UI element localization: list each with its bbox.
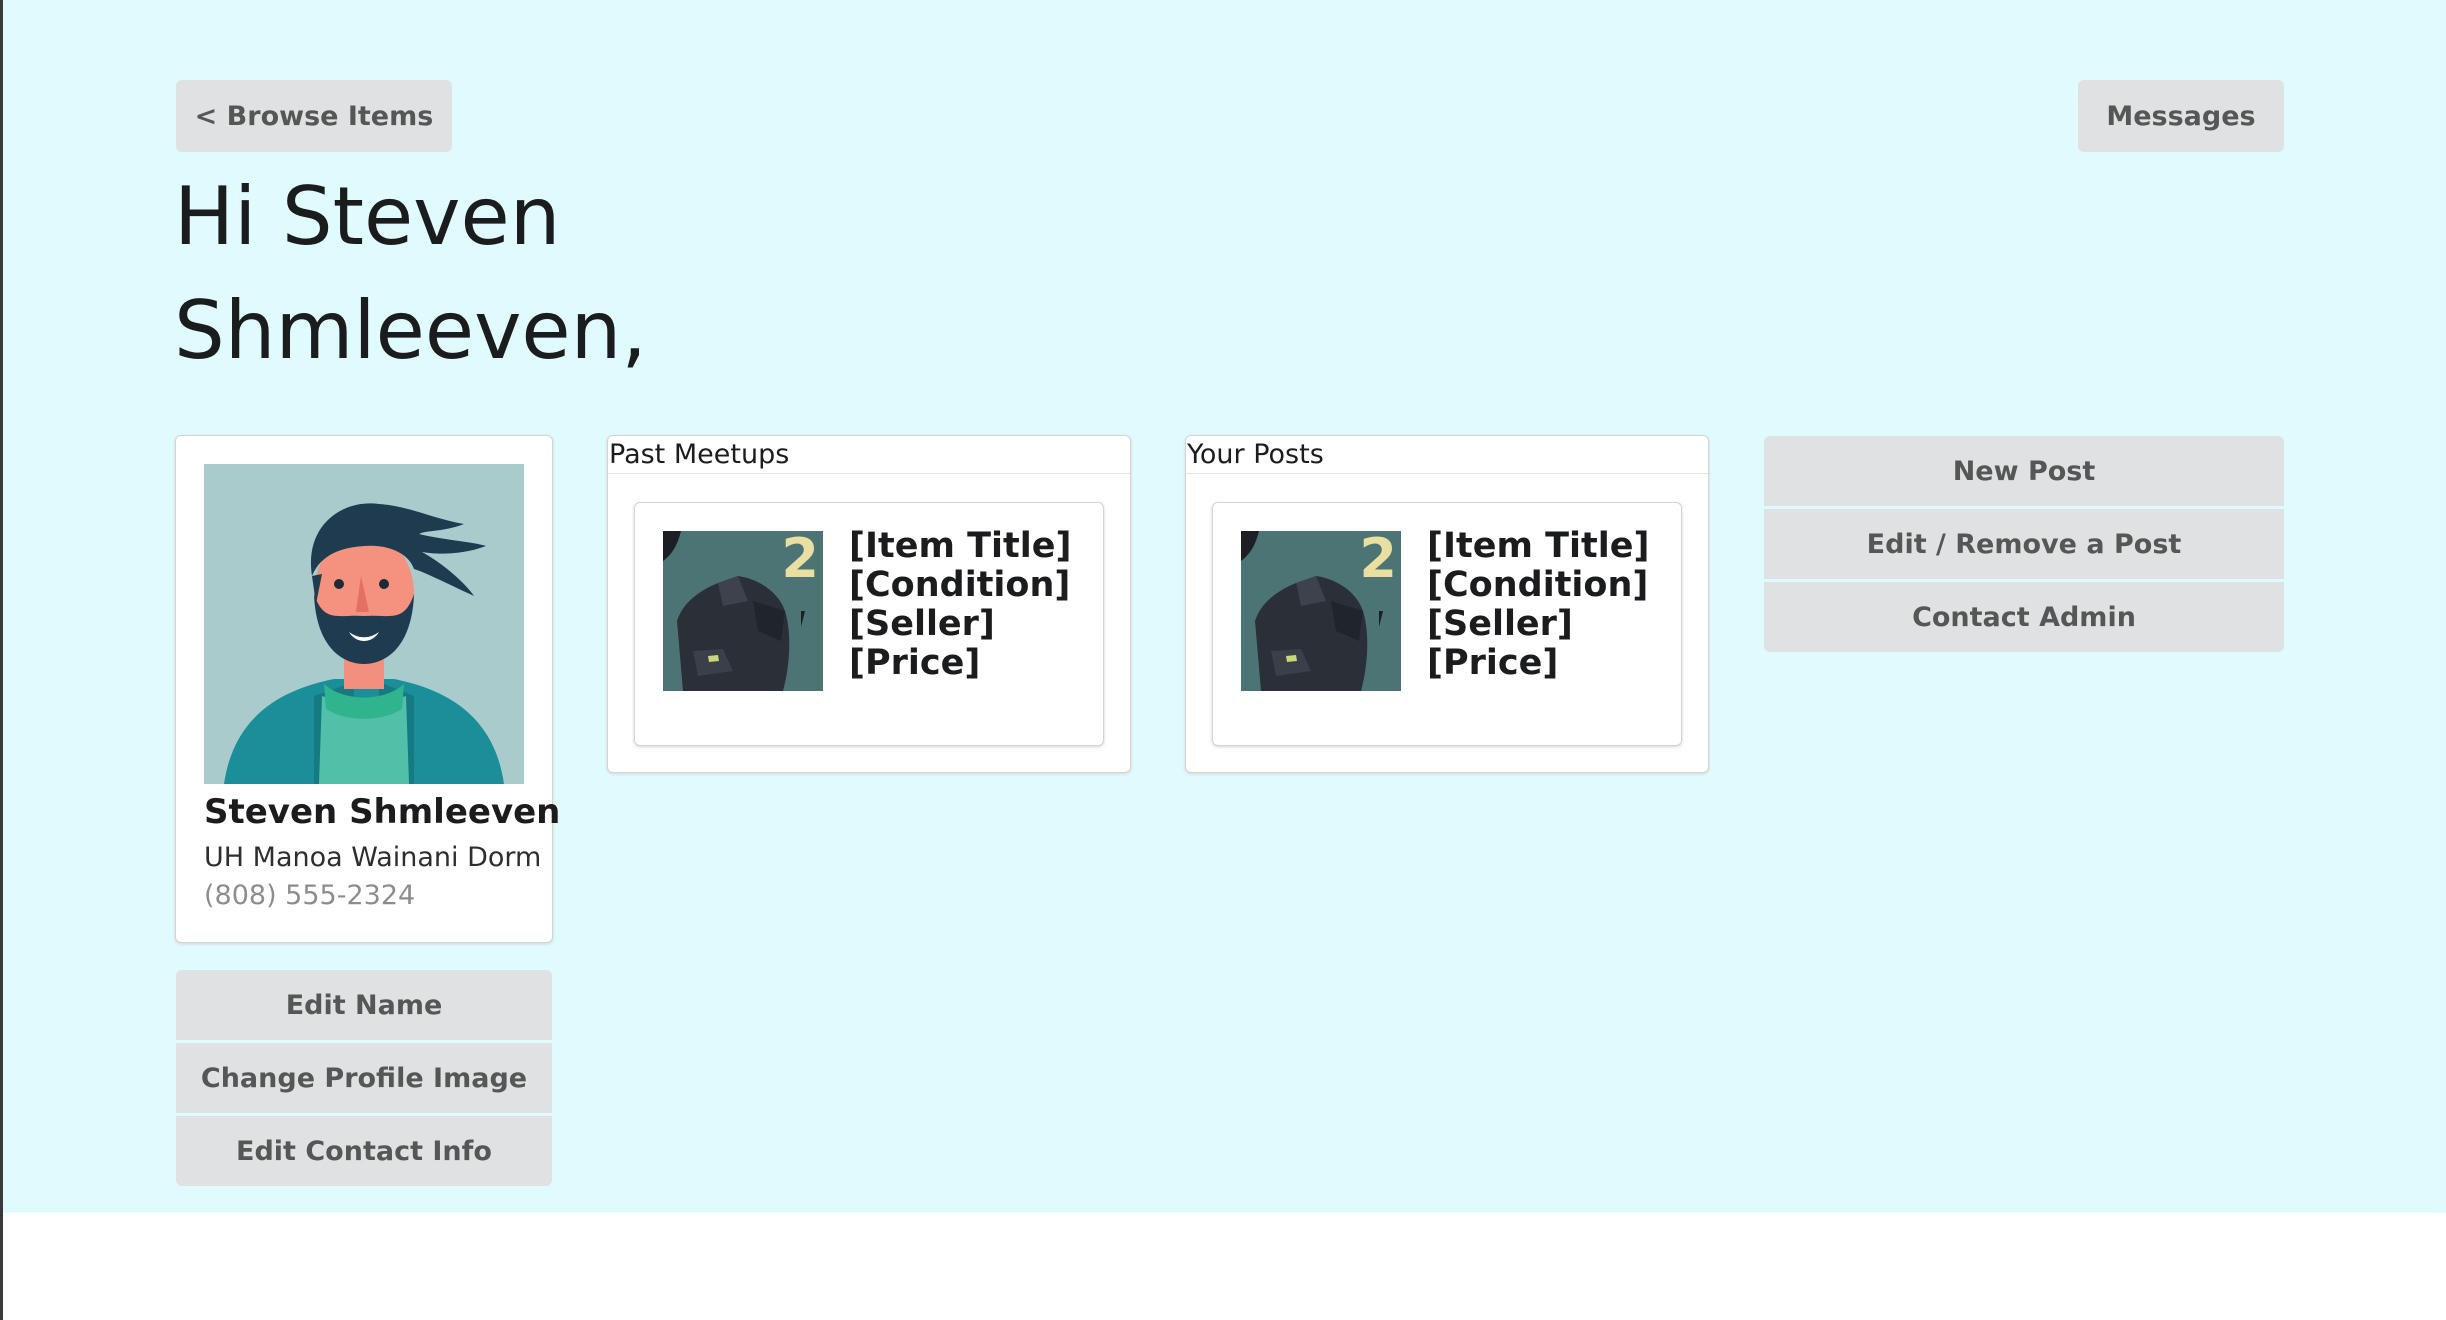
item-info: [Item Title] [Condition] [Seller] [Price… xyxy=(1427,527,1649,683)
greeting-heading: Hi Steven Shmleeven, xyxy=(174,160,974,388)
thumbnail-badge: 2 xyxy=(1359,531,1397,590)
past-meetups-title: Past Meetups xyxy=(608,436,1130,474)
item-price: [Price] xyxy=(1427,643,1559,683)
item-condition: [Condition] xyxy=(1427,565,1649,605)
item-info: [Item Title] [Condition] [Seller] [Price… xyxy=(849,527,1071,683)
your-post-item-card[interactable]: 2 [Item Title] [Condition] [Seller] [Pri… xyxy=(1212,502,1682,746)
edit-contact-info-button[interactable]: Edit Contact Info xyxy=(176,1116,552,1186)
avatar-illustration-icon xyxy=(204,464,524,784)
item-title: [Item Title] xyxy=(1427,526,1650,566)
edit-remove-post-button[interactable]: Edit / Remove a Post xyxy=(1764,509,2284,579)
messages-button[interactable]: Messages xyxy=(2078,80,2284,152)
item-price: [Price] xyxy=(849,643,981,683)
item-thumbnail: 2 xyxy=(1241,531,1401,691)
your-posts-title: Your Posts xyxy=(1186,436,1708,474)
change-profile-image-button[interactable]: Change Profile Image xyxy=(176,1043,552,1113)
new-post-button[interactable]: New Post xyxy=(1764,436,2284,506)
profile-card: Steven Shmleeven UH Manoa Wainani Dorm (… xyxy=(175,435,560,943)
item-title: [Item Title] xyxy=(849,526,1072,566)
thumbnail-badge: 2 xyxy=(781,531,819,590)
edit-name-button[interactable]: Edit Name xyxy=(176,970,552,1040)
item-condition: [Condition] xyxy=(849,565,1071,605)
your-posts-panel: Your Posts 2 [Item Title] [Condition] [S… xyxy=(1185,435,1709,773)
contact-admin-button[interactable]: Contact Admin xyxy=(1764,582,2284,652)
profile-location: UH Manoa Wainani Dorm xyxy=(204,842,542,873)
past-meetups-panel: Past Meetups 2 [Item Title] [Condition] xyxy=(607,435,1131,773)
past-meetup-item-card[interactable]: 2 [Item Title] [Condition] [Seller] [Pri… xyxy=(634,502,1104,746)
item-seller: [Seller] xyxy=(849,604,995,644)
item-thumbnail: 2 xyxy=(663,531,823,691)
profile-name: Steven Shmleeven xyxy=(204,792,561,832)
profile-phone: (808) 555-2324 xyxy=(204,880,416,911)
page: < Browse Items Messages Hi Steven Shmlee… xyxy=(0,0,2446,1320)
greeting-line-1: Hi Steven xyxy=(174,170,561,263)
item-seller: [Seller] xyxy=(1427,604,1573,644)
avatar xyxy=(204,464,524,784)
browse-items-button[interactable]: < Browse Items xyxy=(176,80,452,152)
greeting-line-2: Shmleeven, xyxy=(174,284,647,377)
